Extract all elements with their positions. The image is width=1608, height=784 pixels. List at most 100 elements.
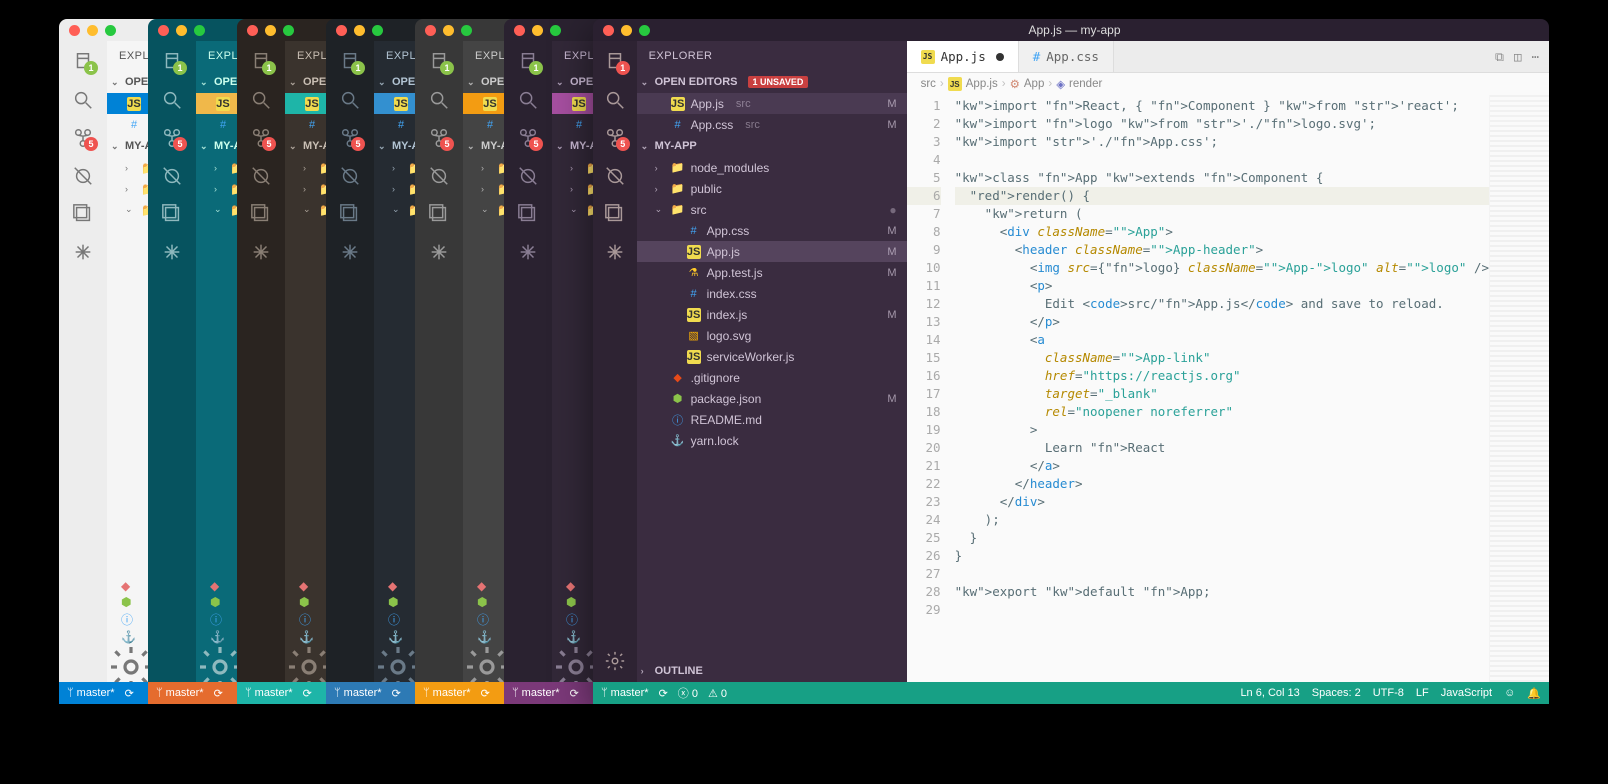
extensions-icon[interactable] — [339, 241, 361, 263]
scm-icon[interactable]: 5 — [161, 127, 183, 149]
sync-icon[interactable]: ⟳ — [481, 687, 490, 700]
traffic-lights[interactable] — [603, 25, 650, 36]
minimize-icon[interactable] — [87, 25, 98, 36]
branch-indicator[interactable]: ᛘ master* — [334, 687, 382, 699]
traffic-lights[interactable] — [69, 25, 116, 36]
minimize-icon[interactable] — [532, 25, 543, 36]
warnings-indicator[interactable]: ⚠ 0 — [708, 687, 727, 700]
files-icon[interactable]: 1 — [161, 51, 183, 73]
tree-item-public[interactable]: ›📁public — [637, 178, 907, 199]
sync-icon[interactable]: ⟳ — [214, 687, 223, 700]
breadcrumb-item[interactable]: render — [1069, 78, 1102, 90]
status-bar[interactable]: ᛘ master* ⟳ ⓧ 0 ⚠ 0 Ln 6, Col 13 Spaces:… — [593, 682, 1549, 704]
tree-item--gitignore[interactable]: ◆.gitignore — [637, 367, 907, 388]
scm-icon[interactable]: 5 — [604, 127, 626, 149]
tree-item-README-md[interactable]: ⓘREADME.md — [637, 409, 907, 430]
gear-icon[interactable] — [604, 650, 626, 672]
minimize-icon[interactable] — [621, 25, 632, 36]
maximize-icon[interactable] — [639, 25, 650, 36]
minimize-icon[interactable] — [354, 25, 365, 36]
debug-icon[interactable] — [339, 165, 361, 187]
extensions-icon[interactable] — [517, 241, 539, 263]
tree-item-src[interactable]: ⌄📁src● — [637, 199, 907, 220]
tree-item-App-css[interactable]: #App.cssM — [637, 220, 907, 241]
sync-icon[interactable]: ⟳ — [659, 687, 668, 700]
debug-icon[interactable] — [428, 165, 450, 187]
square-icon[interactable] — [604, 203, 626, 225]
close-icon[interactable] — [336, 25, 347, 36]
tree-item-index-css[interactable]: #index.css — [637, 283, 907, 304]
tree-item-node_modules[interactable]: ›📁node_modules — [637, 157, 907, 178]
compare-icon[interactable]: ⧉ — [1495, 49, 1504, 65]
maximize-icon[interactable] — [550, 25, 561, 36]
files-icon[interactable]: 1 — [72, 51, 94, 73]
code-area[interactable]: 1234567891011121314151617181920212223242… — [907, 95, 1549, 682]
branch-indicator[interactable]: ᛘ master* — [245, 687, 293, 699]
feedback-icon[interactable]: ☺ — [1504, 687, 1515, 700]
close-icon[interactable] — [425, 25, 436, 36]
open-editor-App-js[interactable]: JSApp.jssrcM — [637, 93, 907, 114]
minimap[interactable] — [1489, 95, 1549, 682]
tree-item-App-js[interactable]: JSApp.jsM — [637, 241, 907, 262]
project-header[interactable]: ⌄MY-APP — [637, 135, 907, 157]
square-icon[interactable] — [339, 203, 361, 225]
tree-item-serviceWorker-js[interactable]: JSserviceWorker.js — [637, 346, 907, 367]
extensions-icon[interactable] — [428, 241, 450, 263]
square-icon[interactable] — [161, 203, 183, 225]
close-icon[interactable] — [247, 25, 258, 36]
more-icon[interactable]: ⋯ — [1531, 49, 1539, 64]
breadcrumb[interactable]: src›JSApp.js›⚙App›◈render — [907, 73, 1549, 95]
open-editor-App-css[interactable]: #App.csssrcM — [637, 114, 907, 135]
branch-indicator[interactable]: ᛘ master* — [156, 687, 204, 699]
search-icon[interactable] — [161, 89, 183, 111]
square-icon[interactable] — [517, 203, 539, 225]
tab-App-css[interactable]: #App.css — [1019, 41, 1114, 72]
files-icon[interactable]: 1 — [517, 51, 539, 73]
debug-icon[interactable] — [517, 165, 539, 187]
close-icon[interactable] — [69, 25, 80, 36]
close-icon[interactable] — [158, 25, 169, 36]
maximize-icon[interactable] — [105, 25, 116, 36]
eol[interactable]: LF — [1416, 687, 1429, 700]
minimize-icon[interactable] — [176, 25, 187, 36]
branch-indicator[interactable]: ᛘ master* — [601, 687, 649, 699]
files-icon[interactable]: 1 — [339, 51, 361, 73]
scm-icon[interactable]: 5 — [517, 127, 539, 149]
close-icon[interactable] — [514, 25, 525, 36]
search-icon[interactable] — [339, 89, 361, 111]
tree-item-index-js[interactable]: JSindex.jsM — [637, 304, 907, 325]
tab-App-js[interactable]: JSApp.js — [907, 41, 1019, 72]
square-icon[interactable] — [72, 203, 94, 225]
files-icon[interactable]: 1 — [604, 51, 626, 73]
tree-item-yarn-lock[interactable]: ⚓yarn.lock — [637, 430, 907, 451]
maximize-icon[interactable] — [372, 25, 383, 36]
encoding[interactable]: UTF-8 — [1373, 687, 1404, 700]
tree-item-logo-svg[interactable]: ▧logo.svg — [637, 325, 907, 346]
search-icon[interactable] — [250, 89, 272, 111]
extensions-icon[interactable] — [72, 241, 94, 263]
search-icon[interactable] — [517, 89, 539, 111]
tree-item-package-json[interactable]: ⬢package.jsonM — [637, 388, 907, 409]
debug-icon[interactable] — [250, 165, 272, 187]
tree-item-App-test-js[interactable]: ⚗App.test.jsM — [637, 262, 907, 283]
search-icon[interactable] — [428, 89, 450, 111]
code[interactable]: "kw">import "fn">React, { "fn">Component… — [955, 95, 1489, 682]
branch-indicator[interactable]: ᛘ master* — [512, 687, 560, 699]
outline-header[interactable]: ›OUTLINE — [637, 660, 907, 682]
traffic-lights[interactable] — [158, 25, 205, 36]
debug-icon[interactable] — [604, 165, 626, 187]
search-icon[interactable] — [72, 89, 94, 111]
breadcrumb-item[interactable]: App.js — [966, 78, 998, 90]
scm-icon[interactable]: 5 — [250, 127, 272, 149]
minimize-icon[interactable] — [265, 25, 276, 36]
traffic-lights[interactable] — [247, 25, 294, 36]
branch-indicator[interactable]: ᛘ master* — [423, 687, 471, 699]
debug-icon[interactable] — [161, 165, 183, 187]
scm-icon[interactable]: 5 — [428, 127, 450, 149]
sync-icon[interactable]: ⟳ — [303, 687, 312, 700]
maximize-icon[interactable] — [283, 25, 294, 36]
maximize-icon[interactable] — [461, 25, 472, 36]
bell-icon[interactable]: 🔔 — [1527, 687, 1541, 700]
breadcrumb-item[interactable]: App — [1024, 78, 1044, 90]
scm-icon[interactable]: 5 — [72, 127, 94, 149]
